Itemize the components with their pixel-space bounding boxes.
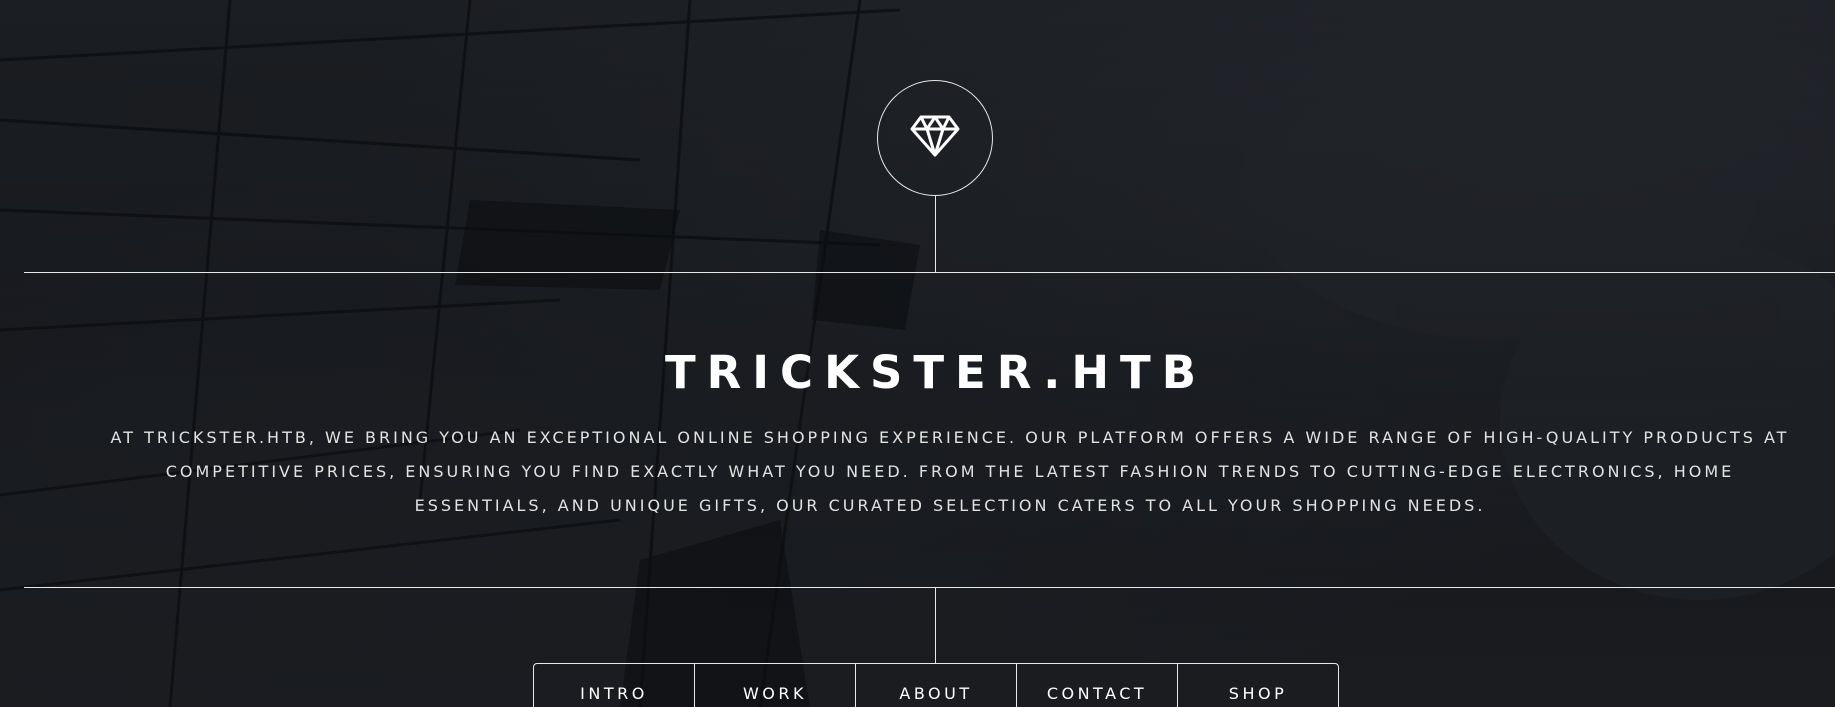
site-description: AT TRICKSTER.HTB, WE BRING YOU AN EXCEPT… bbox=[110, 428, 1790, 515]
nav-item-intro[interactable]: INTRO bbox=[534, 664, 694, 707]
connector-line-top bbox=[935, 196, 936, 272]
site-title: TRICKSTER.HTB bbox=[664, 346, 1208, 399]
nav-item-work[interactable]: WORK bbox=[694, 664, 855, 707]
nav-item-contact[interactable]: CONTACT bbox=[1016, 664, 1177, 707]
diamond-icon bbox=[910, 114, 960, 163]
logo[interactable] bbox=[877, 80, 993, 196]
divider-bottom bbox=[24, 587, 1835, 588]
nav-item-about[interactable]: ABOUT bbox=[855, 664, 1016, 707]
main-nav: INTRO WORK ABOUT CONTACT SHOP bbox=[533, 663, 1339, 707]
header-content: TRICKSTER.HTB AT TRICKSTER.HTB, WE BRING… bbox=[24, 273, 1835, 587]
nav-item-shop[interactable]: SHOP bbox=[1177, 664, 1338, 707]
page: TRICKSTER.HTB AT TRICKSTER.HTB, WE BRING… bbox=[0, 0, 1835, 707]
connector-line-bottom bbox=[935, 588, 936, 663]
site-header: TRICKSTER.HTB AT TRICKSTER.HTB, WE BRING… bbox=[0, 0, 1835, 707]
